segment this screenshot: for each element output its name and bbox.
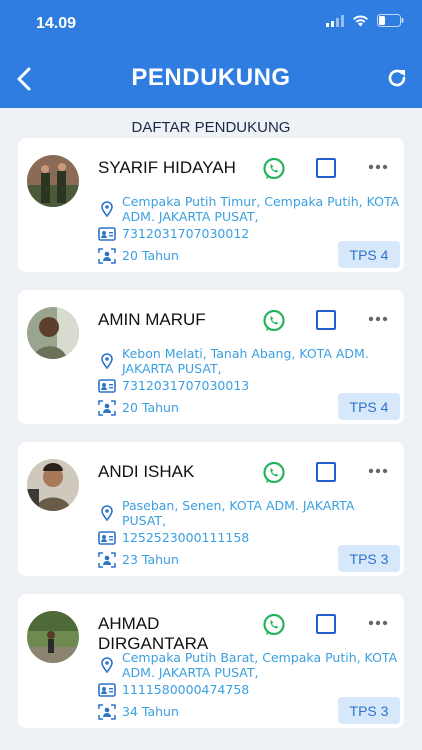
more-dots-icon[interactable] [368, 161, 388, 173]
whatsapp-icon[interactable] [262, 157, 286, 181]
supporter-name: AMIN MARUF [98, 310, 206, 329]
address-row: Cempaka Putih Timur, Cempaka Putih, KOTA… [98, 194, 400, 224]
person-scan-icon [98, 704, 116, 720]
tps-badge: TPS 3 [338, 545, 400, 572]
person-scan-icon [98, 248, 116, 264]
location-pin-icon [101, 353, 113, 369]
more-dots-icon[interactable] [368, 465, 388, 477]
nik-row: 1111580000474758 [98, 682, 249, 698]
nik-row: 7312031707030012 [98, 226, 249, 242]
supporter-list: SYARIF HIDAYAH Cempaka Putih Timur, Cemp… [18, 138, 404, 746]
address-row: Kebon Melati, Tanah Abang, KOTA ADM. JAK… [98, 346, 400, 376]
avatar [27, 459, 79, 511]
app-header: 14.09 PENDUKUNG [0, 0, 422, 108]
age-row: 20 Tahun [98, 248, 179, 264]
person-scan-icon [98, 552, 116, 568]
select-checkbox[interactable] [316, 462, 336, 482]
person-scan-icon [98, 400, 116, 416]
tps-badge: TPS 4 [338, 241, 400, 268]
nik-row: 1252523000111158 [98, 530, 249, 546]
avatar [27, 155, 79, 207]
id-card-icon [98, 531, 116, 545]
more-dots-icon[interactable] [368, 617, 388, 629]
section-title: DAFTAR PENDUKUNG [131, 119, 291, 136]
avatar [27, 611, 79, 663]
age-text: 20 Tahun [122, 400, 179, 415]
supporter-card[interactable]: AMIN MARUF Kebon Melati, Tanah Abang, KO… [18, 290, 404, 424]
age-text: 34 Tahun [122, 704, 179, 719]
age-text: 23 Tahun [122, 552, 179, 567]
location-pin-icon [101, 201, 113, 217]
select-checkbox[interactable] [316, 614, 336, 634]
page-title: PENDUKUNG [131, 64, 291, 91]
supporter-card[interactable]: AHMAD DIRGANTARA Cempaka Putih Barat, Ce… [18, 594, 404, 728]
tps-badge: TPS 3 [338, 697, 400, 724]
address-text: Cempaka Putih Barat, Cempaka Putih, KOTA… [122, 650, 398, 680]
nik-text: 1252523000111158 [122, 530, 250, 545]
location-pin-icon [101, 505, 113, 521]
address-row: Paseban, Senen, KOTA ADM. JAKARTA PUSAT, [98, 498, 400, 528]
address-row: Cempaka Putih Barat, Cempaka Putih, KOTA… [98, 650, 400, 680]
supporter-name: ANDI ISHAK [98, 462, 195, 481]
age-row: 20 Tahun [98, 400, 179, 416]
status-icons [326, 14, 404, 27]
address-text: Cempaka Putih Timur, Cempaka Putih, KOTA… [122, 194, 400, 224]
tps-badge: TPS 4 [338, 393, 400, 420]
whatsapp-icon[interactable] [262, 461, 286, 485]
status-time: 14.09 [36, 15, 77, 32]
age-row: 34 Tahun [98, 704, 179, 720]
select-checkbox[interactable] [316, 158, 336, 178]
whatsapp-icon[interactable] [262, 613, 286, 637]
more-dots-icon[interactable] [368, 313, 388, 325]
address-text: Kebon Melati, Tanah Abang, KOTA ADM. JAK… [122, 346, 369, 376]
signal-icon [326, 14, 344, 27]
age-row: 23 Tahun [98, 552, 179, 568]
address-text: Paseban, Senen, KOTA ADM. JAKARTA PUSAT, [122, 498, 355, 528]
battery-icon [377, 14, 404, 27]
nik-text: 7312031707030012 [122, 226, 250, 241]
supporter-name: SYARIF HIDAYAH [98, 158, 236, 177]
supporter-name: AHMAD DIRGANTARA [98, 614, 209, 653]
location-pin-icon [101, 657, 113, 673]
avatar [27, 307, 79, 359]
nik-row: 7312031707030013 [98, 378, 249, 394]
id-card-icon [98, 683, 116, 697]
supporter-card[interactable]: ANDI ISHAK Paseban, Senen, KOTA ADM. JAK… [18, 442, 404, 576]
age-text: 20 Tahun [122, 248, 179, 263]
select-checkbox[interactable] [316, 310, 336, 330]
wifi-icon [353, 14, 368, 26]
id-card-icon [98, 379, 116, 393]
supporter-card[interactable]: SYARIF HIDAYAH Cempaka Putih Timur, Cemp… [18, 138, 404, 272]
id-card-icon [98, 227, 116, 241]
nik-text: 7312031707030013 [122, 378, 250, 393]
whatsapp-icon[interactable] [262, 309, 286, 333]
refresh-icon[interactable] [386, 67, 408, 89]
nik-text: 1111580000474758 [122, 682, 250, 697]
